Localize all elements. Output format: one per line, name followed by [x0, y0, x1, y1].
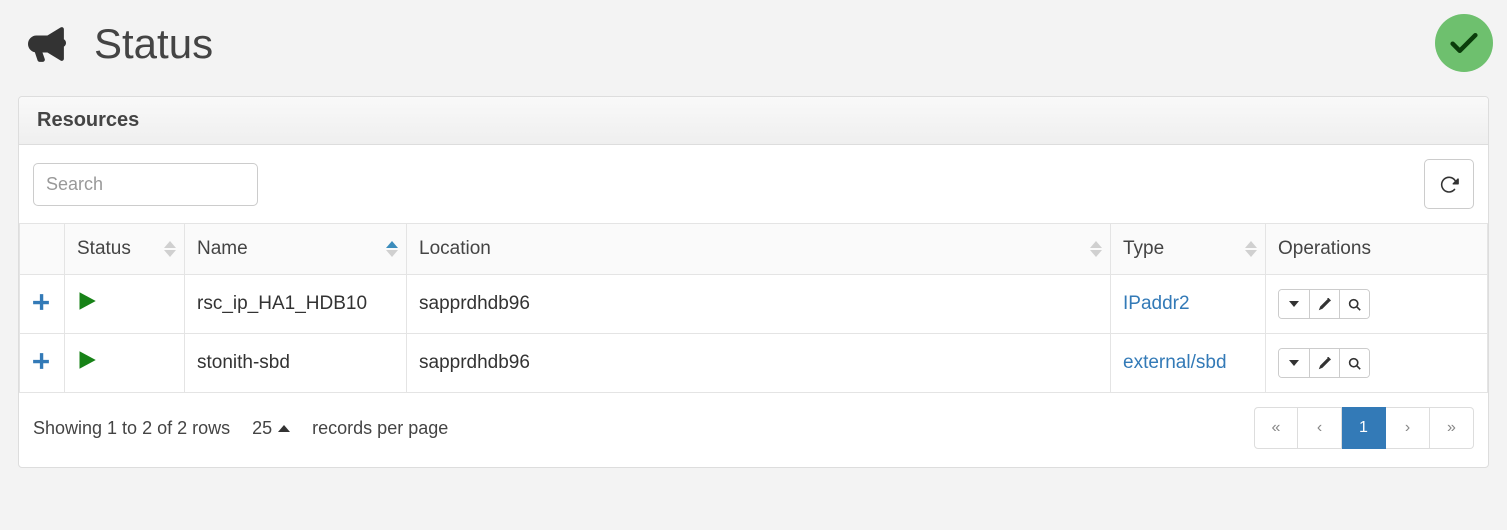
sort-icon	[1245, 241, 1257, 257]
running-icon	[77, 295, 97, 316]
running-icon	[77, 354, 97, 375]
table-header-row: Status Name Location Type Operations	[20, 224, 1488, 275]
pagination: « ‹ 1 › »	[1254, 407, 1474, 449]
bullhorn-icon	[28, 25, 66, 63]
caret-up-icon	[278, 425, 290, 432]
expand-row-button[interactable]	[32, 350, 50, 375]
expand-row-button[interactable]	[32, 291, 50, 316]
ops-group	[1278, 289, 1370, 319]
col-status[interactable]: Status	[65, 224, 185, 275]
refresh-button[interactable]	[1424, 159, 1474, 209]
resources-table: Status Name Location Type Operations	[19, 223, 1488, 393]
page-size-selector[interactable]: 25	[252, 418, 290, 439]
col-location[interactable]: Location	[407, 224, 1111, 275]
page-prev[interactable]: ‹	[1298, 407, 1342, 449]
col-status-label: Status	[77, 238, 131, 259]
row-summary: Showing 1 to 2 of 2 rows	[33, 418, 230, 439]
panel-title: Resources	[19, 97, 1488, 145]
ops-view-button[interactable]	[1339, 290, 1369, 318]
ops-menu-button[interactable]	[1279, 349, 1309, 377]
status-ok-badge	[1435, 14, 1493, 72]
page-next[interactable]: ›	[1386, 407, 1430, 449]
resources-panel: Resources Status Name Location	[18, 96, 1489, 468]
sort-icon	[386, 241, 398, 257]
col-operations-label: Operations	[1278, 238, 1371, 259]
type-link[interactable]: IPaddr2	[1123, 293, 1190, 314]
search-input[interactable]	[33, 163, 258, 206]
ops-view-button[interactable]	[1339, 349, 1369, 377]
col-expand	[20, 224, 65, 275]
cell-location: sapprdhdb96	[407, 275, 1111, 334]
ops-menu-button[interactable]	[1279, 290, 1309, 318]
cell-location: sapprdhdb96	[407, 334, 1111, 393]
page-last[interactable]: »	[1430, 407, 1474, 449]
page-first[interactable]: «	[1254, 407, 1298, 449]
col-operations: Operations	[1266, 224, 1488, 275]
col-type[interactable]: Type	[1111, 224, 1266, 275]
cell-name: stonith-sbd	[185, 334, 407, 393]
ops-edit-button[interactable]	[1309, 349, 1339, 377]
page-title: Status	[94, 20, 213, 68]
col-type-label: Type	[1123, 238, 1164, 259]
cell-name: rsc_ip_HA1_HDB10	[185, 275, 407, 334]
col-name-label: Name	[197, 238, 248, 259]
table-row: rsc_ip_HA1_HDB10 sapprdhdb96 IPaddr2	[20, 275, 1488, 334]
per-page-label: records per page	[312, 418, 448, 439]
table-row: stonith-sbd sapprdhdb96 external/sbd	[20, 334, 1488, 393]
col-name[interactable]: Name	[185, 224, 407, 275]
type-link[interactable]: external/sbd	[1123, 352, 1227, 373]
col-location-label: Location	[419, 238, 491, 259]
sort-icon	[1090, 241, 1102, 257]
sort-icon	[164, 241, 176, 257]
ops-edit-button[interactable]	[1309, 290, 1339, 318]
page-size-value: 25	[252, 418, 272, 439]
ops-group	[1278, 348, 1370, 378]
page-current[interactable]: 1	[1342, 407, 1386, 449]
